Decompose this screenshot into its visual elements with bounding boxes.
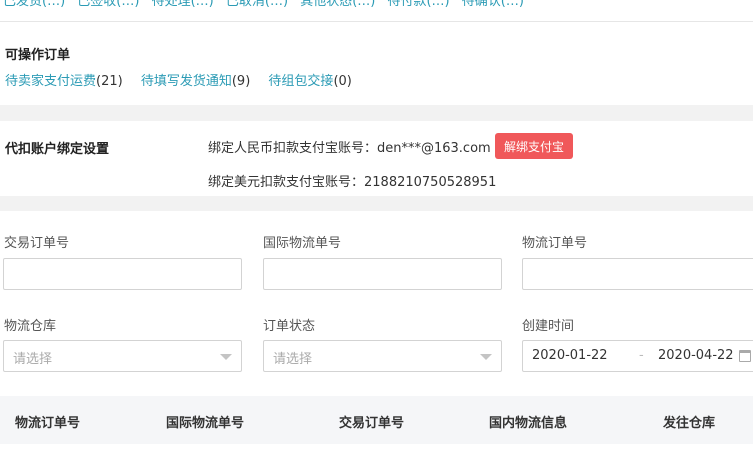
top-tab[interactable]: 已签收(…) [77, 0, 139, 9]
order-status-select[interactable]: 请选择 [263, 340, 502, 372]
link-label[interactable]: 待填写发货通知 [141, 74, 232, 89]
intl-tracking-no-label: 国际物流单号 [263, 236, 342, 251]
section-divider [0, 196, 753, 211]
order-status-placeholder: 请选择 [273, 352, 313, 367]
section-divider [0, 105, 753, 121]
top-tab[interactable]: 已取消(…) [226, 0, 288, 9]
top-tab[interactable]: 待确认(…) [462, 0, 524, 9]
rmb-account-text: 绑定人民币扣款支付宝账号：den***@163.com [208, 141, 491, 156]
top-tab[interactable]: 其他状态(…) [300, 0, 375, 9]
logistics-order-no-input[interactable] [522, 258, 753, 290]
warehouse-placeholder: 请选择 [13, 352, 53, 367]
caret-down-icon [480, 354, 492, 360]
created-time-range-picker[interactable]: 2020-01-22 - 2020-04-22 [522, 340, 753, 372]
logistics-order-no-label: 物流订单号 [522, 236, 588, 251]
trade-order-no-label: 交易订单号 [4, 236, 70, 251]
created-time-label: 创建时间 [522, 319, 575, 334]
end-date[interactable]: 2020-04-22 [658, 348, 734, 363]
calendar-icon[interactable] [739, 350, 751, 362]
top-tab[interactable]: 已发货(…) [3, 0, 65, 9]
actionable-orders-title: 可操作订单 [5, 48, 71, 63]
link-pending-package-handover[interactable]: 待组包交接(0) [268, 70, 351, 89]
column-header: 发往仓库 [663, 416, 716, 431]
search-filter-form: 交易订单号 国际物流单号 物流订单号 物流仓库 请选择 订单状态 请选择 创建时… [0, 211, 753, 391]
usd-account-text: 绑定美元扣款支付宝账号：2188210750528951 [208, 175, 497, 190]
warehouse-label: 物流仓库 [4, 319, 57, 334]
link-pending-seller-shipping-fee[interactable]: 待卖家支付运费(21) [5, 70, 123, 89]
actionable-orders-links: 待卖家支付运费(21) 待填写发货通知(9) 待组包交接(0) [5, 70, 366, 89]
top-tab[interactable]: 待处理(…) [152, 0, 214, 9]
link-count: (21) [96, 74, 123, 89]
warehouse-select[interactable]: 请选择 [3, 340, 242, 372]
actionable-orders-section: 可操作订单 待卖家支付运费(21) 待填写发货通知(9) 待组包交接(0) [0, 23, 753, 105]
column-header: 交易订单号 [339, 416, 405, 431]
column-header: 物流订单号 [15, 416, 81, 431]
payment-binding-section: 代扣账户绑定设置 绑定人民币扣款支付宝账号：den***@163.com 解绑支… [0, 121, 753, 196]
caret-down-icon [220, 354, 232, 360]
order-status-label: 订单状态 [263, 319, 316, 334]
link-pending-shipping-notice[interactable]: 待填写发货通知(9) [141, 70, 250, 89]
top-tab[interactable]: 待付款(…) [387, 0, 449, 9]
column-header: 国际物流单号 [166, 416, 245, 431]
link-count: (0) [333, 74, 352, 89]
top-tabs-row: 已发货(…) 已签收(…) 待处理(…) 已取消(…) 其他状态(…) 待付款(… [3, 0, 532, 9]
intl-tracking-no-input[interactable] [263, 258, 502, 290]
column-header: 国内物流信息 [489, 416, 568, 431]
link-count: (9) [231, 74, 251, 89]
binding-title: 代扣账户绑定设置 [5, 142, 110, 157]
orders-table-header: 物流订单号 国际物流单号 交易订单号 国内物流信息 发往仓库 [0, 396, 753, 444]
start-date[interactable]: 2020-01-22 [532, 348, 608, 363]
link-label[interactable]: 待卖家支付运费 [5, 74, 96, 89]
trade-order-no-input[interactable] [3, 258, 242, 290]
link-label[interactable]: 待组包交接 [268, 74, 333, 89]
top-status-tabs: 已发货(…) 已签收(…) 待处理(…) 已取消(…) 其他状态(…) 待付款(… [0, 0, 753, 22]
unbind-alipay-button[interactable]: 解绑支付宝 [495, 133, 573, 159]
date-separator: - [639, 348, 644, 363]
